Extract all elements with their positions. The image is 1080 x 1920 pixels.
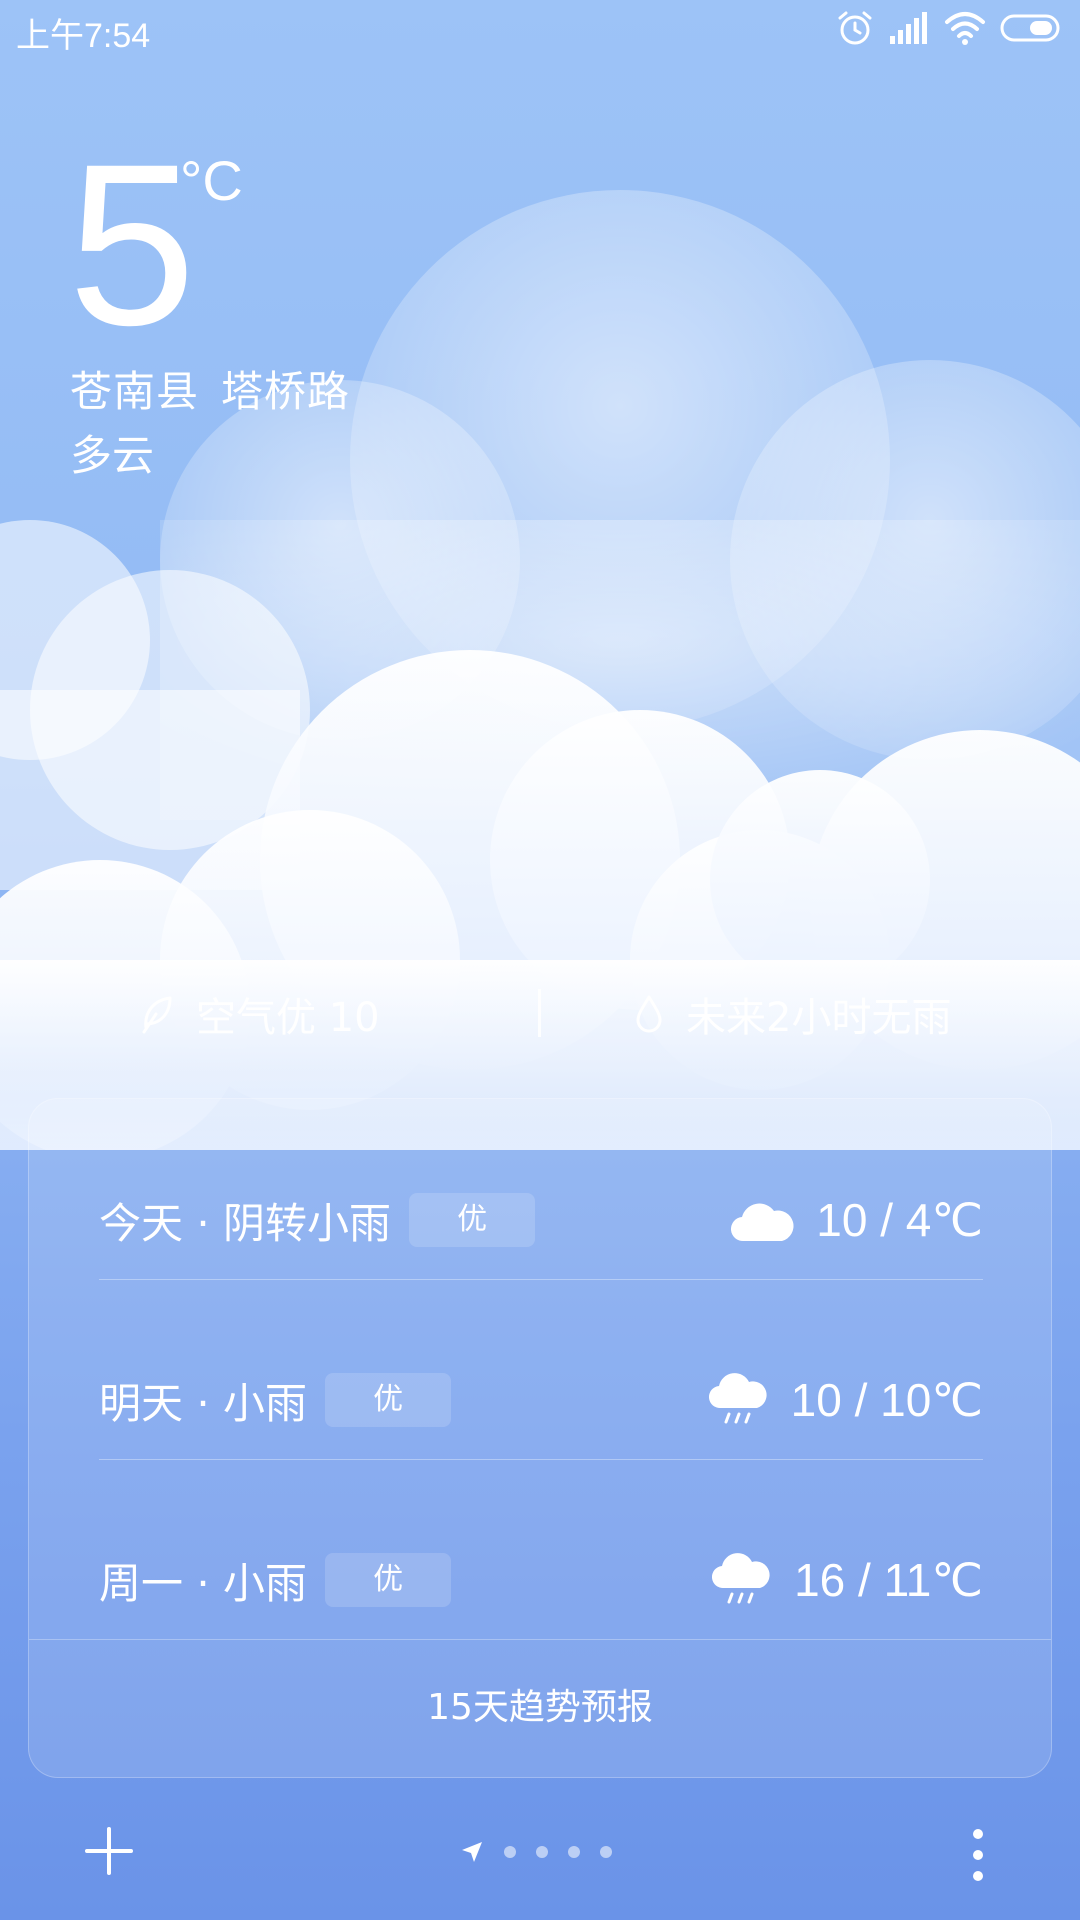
page-indicator bbox=[460, 1840, 612, 1864]
status-time: 上午7:54 bbox=[16, 17, 151, 55]
more-options-button[interactable] bbox=[968, 1828, 988, 1882]
forecast-day: 周一 · 小雨 bbox=[99, 1558, 308, 1608]
temperature-value: 5 bbox=[68, 116, 196, 373]
forecast-range: 10 / 10℃ bbox=[790, 1374, 983, 1426]
location-district: 苍南县 bbox=[70, 367, 200, 416]
air-quality[interactable]: 空气优 10 bbox=[138, 985, 380, 1043]
signal-icon bbox=[890, 12, 927, 44]
alarm-icon bbox=[838, 11, 872, 45]
add-city-button[interactable] bbox=[84, 1826, 134, 1876]
info-divider bbox=[538, 989, 541, 1037]
light-rain-icon bbox=[712, 1553, 770, 1604]
leaf-icon bbox=[142, 996, 172, 1034]
info-row: 空气优 10 未来2小时无雨 bbox=[0, 985, 1080, 1041]
raindrop-icon bbox=[636, 995, 662, 1033]
location[interactable]: 苍南县 塔桥路 bbox=[70, 358, 350, 419]
status-bar: 上午7:54 bbox=[0, 0, 1080, 56]
weather-condition: 多云 bbox=[70, 431, 155, 480]
rain-forecast-text: 未来2小时无雨 bbox=[686, 995, 952, 1041]
fifteen-day-forecast-button[interactable]: 15天趋势预报 bbox=[29, 1639, 1051, 1777]
aqi-badge: 优 bbox=[325, 1373, 452, 1427]
cloud-icon bbox=[731, 1203, 794, 1242]
forecast-row[interactable]: 明天 · 小雨 优 10 / 10℃ bbox=[99, 1335, 983, 1465]
page-dot[interactable] bbox=[600, 1846, 612, 1858]
forecast-card: 今天 · 阴转小雨 优 10 / 4℃ 明天 · 小雨 优 10 / 10℃ 周… bbox=[28, 1098, 1052, 1778]
forecast-range: 10 / 4℃ bbox=[816, 1194, 983, 1246]
forecast-range: 16 / 11℃ bbox=[794, 1554, 983, 1606]
location-arrow-icon[interactable] bbox=[460, 1840, 484, 1864]
row-divider bbox=[99, 1279, 983, 1280]
wifi-icon bbox=[945, 12, 985, 45]
aqi-badge: 优 bbox=[325, 1553, 452, 1607]
forecast-row[interactable]: 周一 · 小雨 优 16 / 11℃ bbox=[99, 1515, 983, 1645]
bottom-bar bbox=[0, 1800, 1080, 1910]
row-divider bbox=[99, 1459, 983, 1460]
forecast-day: 今天 · 阴转小雨 bbox=[99, 1198, 392, 1248]
forecast-day: 明天 · 小雨 bbox=[99, 1378, 308, 1428]
location-street: 塔桥路 bbox=[221, 367, 351, 416]
battery-icon bbox=[1000, 14, 1060, 42]
forecast-row[interactable]: 今天 · 阴转小雨 优 10 / 4℃ bbox=[99, 1155, 983, 1285]
air-quality-text: 空气优 10 bbox=[196, 995, 380, 1041]
light-rain-icon bbox=[708, 1373, 767, 1424]
aqi-badge: 优 bbox=[409, 1193, 536, 1247]
page-dot[interactable] bbox=[504, 1846, 516, 1858]
temperature-unit: °C bbox=[180, 149, 243, 212]
rain-forecast[interactable]: 未来2小时无雨 bbox=[634, 985, 951, 1043]
current-temperature: 5 °C bbox=[68, 116, 243, 373]
status-icons bbox=[836, 8, 1062, 48]
page-dot[interactable] bbox=[536, 1846, 548, 1858]
page-dot[interactable] bbox=[568, 1846, 580, 1858]
